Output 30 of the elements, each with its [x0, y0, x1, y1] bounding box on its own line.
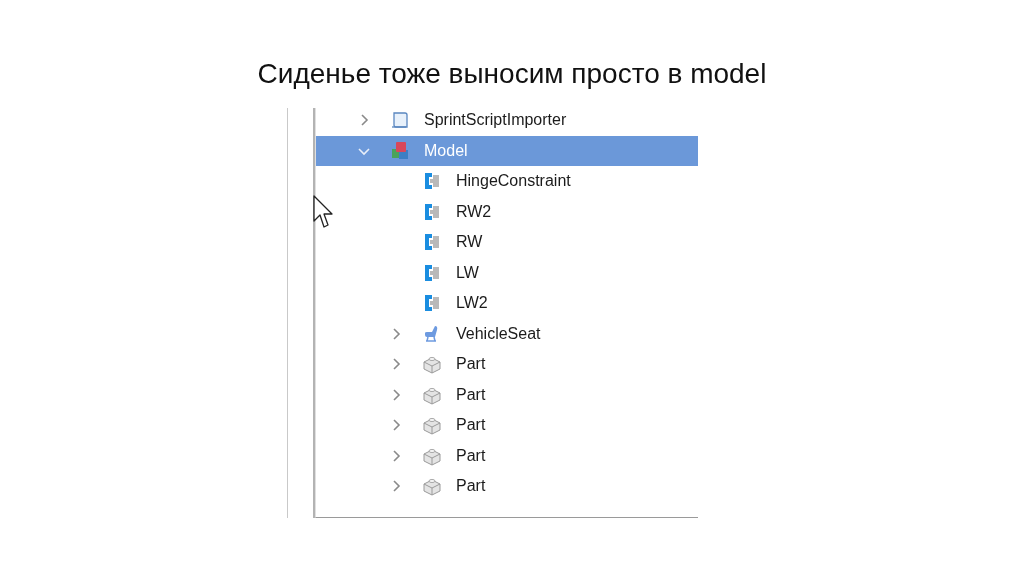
chevron-right-icon[interactable]	[358, 114, 370, 127]
tree-item[interactable]: LW2	[316, 288, 698, 319]
tree-item[interactable]: Part	[316, 349, 698, 380]
slide-title: Сиденье тоже выносим просто в model	[256, 57, 768, 91]
chevron-right-icon[interactable]	[390, 449, 402, 462]
chevron-right-icon[interactable]	[390, 419, 402, 432]
constraint-icon	[422, 293, 442, 314]
brick-icon	[422, 476, 442, 497]
tree-item[interactable]: Part	[316, 410, 698, 441]
constraint-icon	[422, 262, 442, 283]
cursor-icon	[313, 195, 333, 229]
tree-item[interactable]: VehicleSeat	[316, 318, 698, 349]
constraint-icon	[422, 201, 442, 222]
tree-item[interactable]: Part	[316, 379, 698, 410]
tree-item[interactable]: RW	[316, 227, 698, 258]
chevron-right-icon[interactable]	[390, 358, 402, 371]
chevron-right-icon[interactable]	[390, 388, 402, 401]
brick-icon	[422, 415, 442, 436]
tree-item[interactable]: SprintScriptImporter	[316, 108, 698, 136]
constraint-icon	[422, 171, 442, 192]
tree-item[interactable]: LW	[316, 257, 698, 288]
constraint-icon	[422, 232, 442, 253]
cubes-icon	[390, 140, 410, 161]
chevron-right-icon[interactable]	[390, 480, 402, 493]
brick-icon	[422, 354, 442, 375]
tree-item[interactable]: HingeConstraint	[316, 166, 698, 197]
chevron-right-icon[interactable]	[390, 327, 402, 340]
script-icon	[390, 110, 410, 131]
tree-item[interactable]: Part	[316, 440, 698, 471]
tree-item[interactable]: Part	[316, 471, 698, 502]
